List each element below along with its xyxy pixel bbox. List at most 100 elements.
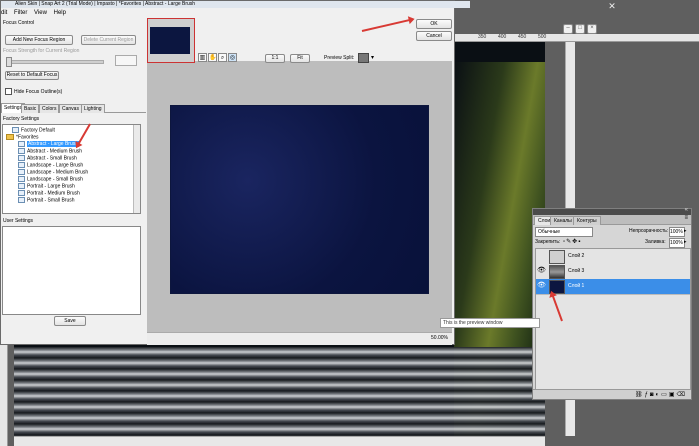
split-tool-icon[interactable]: ▥ <box>198 53 207 62</box>
preset-label: Abstract - Large Brush <box>27 141 80 148</box>
preset-file-icon <box>18 169 25 175</box>
left-panel: Focus Control Add New Focus Region Delet… <box>1 18 146 338</box>
menu-filter[interactable]: Filter <box>14 10 27 16</box>
preset-file-icon <box>12 127 19 133</box>
opacity-input[interactable]: 100% <box>669 227 685 237</box>
preset-label: *Favorites <box>16 134 39 141</box>
lock-icons: ▫✎✥▪ <box>563 238 581 246</box>
delete-focus-region-button[interactable]: Delete Current Region <box>81 35 136 45</box>
layer-row[interactable]: Слой 2 <box>536 249 690 265</box>
hide-focus-checkbox[interactable]: Hide Focus Outline(s) <box>5 88 62 96</box>
zoom-1-1-button[interactable]: 1:1 <box>265 54 285 63</box>
minimize-icon[interactable]: – <box>563 24 573 34</box>
user-settings-list[interactable] <box>2 226 141 315</box>
opacity-dropdown-icon[interactable]: ▸ <box>684 227 687 235</box>
fill-input[interactable]: 100% <box>669 238 685 248</box>
folder-icon <box>6 134 14 140</box>
tab-lighting[interactable]: Lighting <box>81 104 105 113</box>
chevron-down-icon[interactable]: ▾ <box>371 54 374 61</box>
preset-label: Factory Default <box>21 127 55 134</box>
trash-icon[interactable]: ⌫ <box>677 392 687 398</box>
app-close-icon[interactable]: ✕ <box>606 0 618 12</box>
tab-colors[interactable]: Colors <box>39 104 60 113</box>
preset-file-icon <box>18 176 25 182</box>
visibility-off-icon[interactable] <box>537 252 545 260</box>
blend-mode-select[interactable]: Обычные <box>535 227 593 237</box>
document-horizontal-scrollbar[interactable] <box>14 436 545 446</box>
preset-file-icon <box>18 141 25 147</box>
preset-item[interactable]: Abstract - Medium Brush <box>18 148 82 154</box>
preset-file-icon <box>18 148 25 154</box>
preset-item[interactable]: Abstract - Large Brush <box>18 141 80 148</box>
preset-item[interactable]: Landscape - Small Brush <box>18 176 83 182</box>
layer-name: Слой 3 <box>568 268 585 274</box>
add-focus-region-button[interactable]: Add New Focus Region <box>5 35 73 45</box>
preset-label: Landscape - Large Brush <box>27 162 84 169</box>
preset-item[interactable]: Landscape - Large Brush <box>18 162 83 168</box>
close-icon[interactable]: × <box>587 24 597 34</box>
factory-settings-label: Factory Settings <box>3 116 40 122</box>
lock-all-icon[interactable]: ▪ <box>578 239 581 245</box>
ruler-tick-label: 350 <box>478 34 487 40</box>
menu-view[interactable]: View <box>34 10 47 16</box>
hand-icon[interactable]: ✋ <box>208 53 217 62</box>
preset-label: Portrait - Small Brush <box>27 197 75 204</box>
group-icon[interactable]: ▭ <box>661 392 669 398</box>
eye-icon[interactable]: 👁 <box>537 267 546 275</box>
preview-split-button[interactable] <box>358 53 369 63</box>
zoom-icon[interactable]: ⌕ <box>218 53 227 62</box>
preset-label: Portrait - Large Brush <box>27 183 75 190</box>
collapse-icon[interactable]: « <box>685 207 688 213</box>
preset-label: Landscape - Small Brush <box>27 176 83 183</box>
menu-bar: dit Filter View Help <box>1 9 146 18</box>
zoom-fit-button[interactable]: Fit <box>290 54 310 63</box>
layer-name: Слой 2 <box>568 253 585 259</box>
preset-file-icon <box>18 190 25 196</box>
checkbox-icon[interactable] <box>5 88 12 95</box>
menu-edit[interactable]: dit <box>1 10 7 16</box>
save-button[interactable]: Save <box>54 316 86 326</box>
layer-row[interactable]: 👁 Слой 3 <box>536 264 690 280</box>
tree-scrollbar[interactable] <box>133 125 140 213</box>
vertical-ruler <box>0 345 8 446</box>
tab-channels[interactable]: Каналы <box>550 216 576 225</box>
tab-canvas[interactable]: Canvas <box>59 104 82 113</box>
focus-tool-icon[interactable]: ◎ <box>228 53 237 62</box>
tab-paths[interactable]: Контуры <box>573 216 601 225</box>
tab-basic[interactable]: Basic <box>21 104 40 113</box>
preset-item[interactable]: *Favorites <box>6 134 39 140</box>
focus-strength-input[interactable] <box>115 55 137 66</box>
preset-file-icon <box>18 155 25 161</box>
fill-label: Заливка: <box>645 239 666 245</box>
preset-item[interactable]: Portrait - Large Brush <box>18 183 75 189</box>
layer-thumbnail <box>549 265 565 279</box>
ruler-tick-label: 450 <box>518 34 527 40</box>
ok-button[interactable]: OK <box>416 19 452 29</box>
eye-icon[interactable]: 👁 <box>537 282 546 290</box>
preset-label: Portrait - Medium Brush <box>27 190 80 197</box>
panel-menu-icon[interactable]: ≡ <box>684 215 688 221</box>
preset-item[interactable]: Landscape - Medium Brush <box>18 169 88 175</box>
preset-file-icon <box>18 183 25 189</box>
preset-item[interactable]: Portrait - Medium Brush <box>18 190 80 196</box>
focus-strength-slider[interactable] <box>7 60 104 64</box>
navigator-thumbnail[interactable] <box>147 18 195 63</box>
preview-tooltip: This is the preview window <box>440 318 540 328</box>
preset-item[interactable]: Factory Default <box>12 127 55 133</box>
preview-image[interactable] <box>170 105 429 294</box>
slider-thumb[interactable] <box>6 57 12 67</box>
hide-focus-label: Hide Focus Outline(s) <box>14 88 63 95</box>
preset-item[interactable]: Abstract - Small Brush <box>18 155 77 161</box>
lock-label: Закрепить: <box>535 239 561 245</box>
navigator-image <box>150 27 190 54</box>
menu-help[interactable]: Help <box>54 10 66 16</box>
preset-item[interactable]: Portrait - Small Brush <box>18 197 75 203</box>
layer-row-selected[interactable]: 👁 Слой 1 <box>536 279 690 295</box>
maximize-icon[interactable]: □ <box>575 24 585 34</box>
link-layers-icon[interactable]: ⛓ <box>635 392 645 398</box>
cancel-button[interactable]: Cancel <box>416 31 452 41</box>
reset-focus-button[interactable]: Reset to Default Focus <box>5 71 59 80</box>
plugin-dialog: Alien Skin | Snap Art 2 (Trial Mode) | I… <box>0 0 470 345</box>
fill-dropdown-icon[interactable]: ▸ <box>684 238 687 246</box>
new-layer-icon[interactable]: ▣ <box>669 392 677 398</box>
